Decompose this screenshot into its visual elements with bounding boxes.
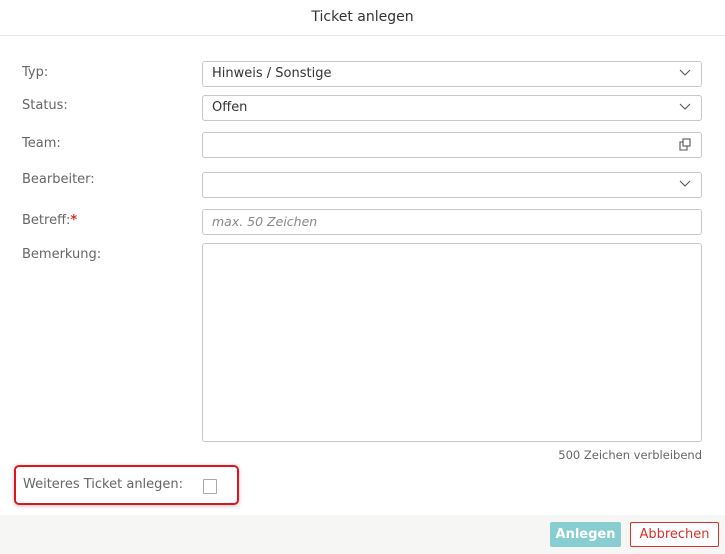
betreff-label-text: Betreff:: [22, 213, 71, 228]
betreff-input[interactable]: max. 50 Zeichen: [202, 209, 702, 235]
anlegen-button[interactable]: Anlegen: [550, 522, 621, 547]
team-input[interactable]: [202, 132, 702, 158]
betreff-label: Betreff:*: [22, 213, 77, 228]
chevron-down-icon: [679, 69, 691, 76]
bemerkung-label: Bemerkung:: [22, 247, 102, 262]
typ-select[interactable]: Hinweis / Sonstige: [202, 61, 702, 87]
abbrechen-button[interactable]: Abbrechen: [630, 522, 719, 547]
required-mark: *: [70, 213, 78, 228]
weiteres-ticket-label: Weiteres Ticket anlegen:: [23, 477, 184, 492]
chevron-down-icon: [679, 180, 691, 187]
bearbeiter-label: Bearbeiter:: [22, 172, 95, 187]
betreff-placeholder: max. 50 Zeichen: [212, 214, 318, 229]
status-select[interactable]: Offen: [202, 95, 702, 121]
team-label: Team:: [22, 136, 61, 151]
status-label: Status:: [22, 98, 68, 113]
char-counter: 500 Zeichen verbleibend: [558, 448, 702, 462]
dialog-title: Ticket anlegen: [0, 0, 725, 36]
weiteres-ticket-checkbox[interactable]: [203, 479, 217, 494]
dialog-footer: Anlegen Abbrechen: [0, 515, 725, 554]
weiteres-ticket-highlight: Weiteres Ticket anlegen:: [14, 465, 239, 505]
typ-value: Hinweis / Sonstige: [212, 66, 332, 81]
typ-label: Typ:: [22, 65, 49, 80]
lookup-icon[interactable]: [678, 138, 692, 152]
status-value: Offen: [212, 100, 248, 115]
chevron-down-icon: [679, 103, 691, 110]
bearbeiter-select[interactable]: [202, 172, 702, 198]
bemerkung-textarea[interactable]: [202, 243, 702, 442]
